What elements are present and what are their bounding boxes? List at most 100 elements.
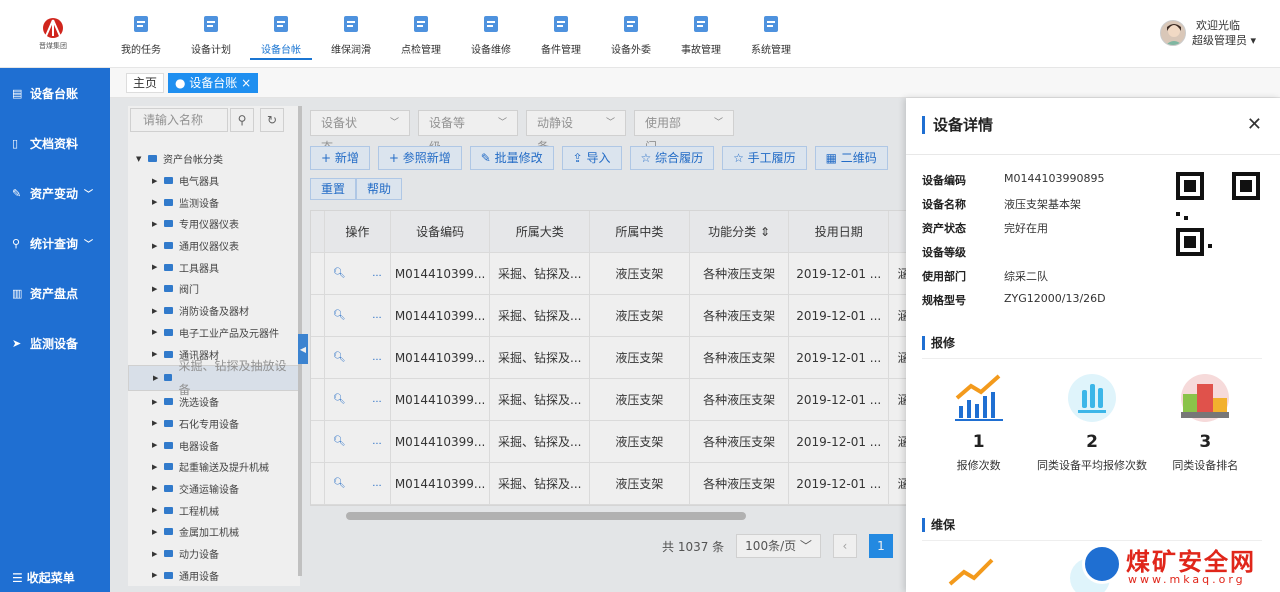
nav-item-9[interactable]: 系统管理 xyxy=(736,0,806,68)
chevron-down-icon: ﹀ xyxy=(84,189,94,200)
accident-icon xyxy=(694,15,708,32)
nav-item-3[interactable]: 维保润滑 xyxy=(316,0,386,68)
nav-label: 设备计划 xyxy=(191,44,231,56)
sidebar-item-label: 设备台账 xyxy=(30,86,79,101)
sidebar-item-label: 监测设备 xyxy=(30,336,79,351)
collapse-menu-label: 收起菜单 xyxy=(26,571,75,585)
company-logo[interactable]: 晋煤集团 xyxy=(0,14,106,54)
tab-bar: 主页 ● 设备台账 × xyxy=(110,68,1280,98)
sidebar-item-label: 统计查询 xyxy=(30,236,79,251)
nav-label: 事故管理 xyxy=(681,44,721,56)
field-key: 设备名称 xyxy=(922,198,966,211)
podium-icon xyxy=(1181,374,1230,422)
plan-icon xyxy=(204,15,218,32)
maintenance-section-title: 维保 xyxy=(922,518,955,532)
user-menu[interactable]: 欢迎光临 超级管理员 ▾ xyxy=(1159,18,1256,48)
watermark-logo xyxy=(1082,544,1122,584)
nav-label: 设备维修 xyxy=(471,44,511,56)
nav-label: 维保润滑 xyxy=(331,44,371,56)
sidebar-item-icon: ➤ xyxy=(12,336,22,350)
detail-field: 设备等级 xyxy=(922,244,1106,268)
lubricate-icon xyxy=(344,15,358,32)
user-name[interactable]: 超级管理员 xyxy=(1192,34,1247,47)
sidebar-item-0[interactable]: ▤ 设备台账 xyxy=(0,68,110,118)
ledger-icon xyxy=(274,15,288,32)
tab-equipment-ledger[interactable]: ● 设备台账 × xyxy=(168,73,259,93)
nav-item-4[interactable]: 点检管理 xyxy=(386,0,456,68)
field-value: 综采二队 xyxy=(1004,270,1048,283)
watermark: 煤矿安全网 www.mkaq.org xyxy=(1082,542,1280,592)
task-icon xyxy=(134,15,148,32)
sidebar: ▤ 设备台账 ▯ 文档资料 ✎ 资产变动 ﹀ ⚲ 统计查询 ﹀ ▥ 资产盘点 ➤ 监测设备 ☰ 收起菜单 xyxy=(0,68,110,592)
nav-label: 设备台帐 xyxy=(261,44,301,56)
chart-up-icon xyxy=(954,374,1003,421)
repair-section-title: 报修 xyxy=(922,336,955,350)
tab-home[interactable]: 主页 xyxy=(126,73,165,93)
field-value: 完好在用 xyxy=(1004,222,1048,235)
field-key: 设备编码 xyxy=(922,174,966,187)
detail-field: 资产状态 完好在用 xyxy=(922,220,1106,244)
sidebar-item-icon: ⚲ xyxy=(12,236,21,250)
sidebar-item-1[interactable]: ▯ 文档资料 xyxy=(0,118,110,168)
modal-overlay[interactable] xyxy=(110,98,906,592)
watermark-text: 煤矿安全网 xyxy=(1126,548,1256,576)
nav-item-2[interactable]: 设备台帐 xyxy=(246,0,316,68)
inspect-icon xyxy=(414,15,428,32)
nav-item-7[interactable]: 设备外委 xyxy=(596,0,666,68)
sidebar-item-label: 资产变动 xyxy=(30,186,79,201)
nav-label: 备件管理 xyxy=(541,44,581,56)
sidebar-item-label: 资产盘点 xyxy=(30,286,79,301)
main-nav: 我的任务 设备计划 设备台帐 维保润滑 点检管理 设备维修 备件管理 设备外委 事故管理 系统管理 xyxy=(106,0,806,68)
system-icon xyxy=(764,15,778,32)
sidebar-item-4[interactable]: ▥ 资产盘点 xyxy=(0,268,110,318)
menu-icon: ☰ xyxy=(12,570,23,585)
chart-up-icon xyxy=(948,558,994,586)
nav-label: 设备外委 xyxy=(611,44,651,56)
sidebar-item-2[interactable]: ✎ 资产变动 ﹀ xyxy=(0,168,110,218)
repair-icon xyxy=(484,15,498,32)
sidebar-item-icon: ▤ xyxy=(12,86,23,100)
detail-field: 使用部门 综采二队 xyxy=(922,268,1106,292)
field-key: 资产状态 xyxy=(922,222,966,235)
nav-item-1[interactable]: 设备计划 xyxy=(176,0,246,68)
field-key: 使用部门 xyxy=(922,270,966,283)
sidebar-item-icon: ▯ xyxy=(12,136,19,150)
qr-code-icon[interactable] xyxy=(1176,172,1260,256)
sidebar-item-icon: ✎ xyxy=(12,186,22,200)
nav-label: 我的任务 xyxy=(121,44,161,56)
nav-item-5[interactable]: 设备维修 xyxy=(456,0,526,68)
spare-icon xyxy=(554,15,568,32)
nav-label: 点检管理 xyxy=(401,44,441,56)
top-bar: 晋煤集团 我的任务 设备计划 设备台帐 维保润滑 点检管理 设备维修 备件管理 设备外委 事故管… xyxy=(0,0,1280,68)
stat-item: 3 同类设备排名 xyxy=(1149,372,1262,474)
nav-item-6[interactable]: 备件管理 xyxy=(526,0,596,68)
field-key: 规格型号 xyxy=(922,294,966,307)
repair-stats: 1 报修次数 2 同类设备平均报修次数 3 同类设备排名 xyxy=(922,372,1262,474)
stat-number: 2 xyxy=(1086,432,1098,452)
sidebar-item-icon: ▥ xyxy=(12,286,23,300)
user-greeting: 欢迎光临 xyxy=(1195,19,1240,32)
outsource-icon xyxy=(624,15,638,32)
logo-mark-icon xyxy=(43,18,63,38)
bar-chart-icon xyxy=(1067,374,1116,422)
field-value: ZYG12000/13/26D xyxy=(1004,292,1106,305)
field-value: M0144103990895 xyxy=(1004,172,1105,185)
caret-down-icon[interactable]: ▾ xyxy=(1250,34,1256,47)
logo-text: 晋煤集团 xyxy=(39,42,67,50)
collapse-menu-button[interactable]: ☰ 收起菜单 xyxy=(12,569,75,586)
avatar[interactable] xyxy=(1159,20,1186,46)
stat-number: 1 xyxy=(972,432,985,452)
chevron-down-icon: ﹀ xyxy=(84,239,94,250)
stat-item: 2 同类设备平均报修次数 xyxy=(1035,372,1148,474)
nav-item-0[interactable]: 我的任务 xyxy=(106,0,176,68)
detail-field: 规格型号 ZYG12000/13/26D xyxy=(922,292,1106,316)
detail-field: 设备编码 M0144103990895 xyxy=(922,172,1106,196)
nav-label: 系统管理 xyxy=(751,44,791,56)
stat-number: 3 xyxy=(1199,432,1212,452)
detail-panel: 设备详情 ✕ 设备编码 M0144103990895 设备名称 液压支架基本架 资产状态… xyxy=(906,98,1280,592)
nav-item-8[interactable]: 事故管理 xyxy=(666,0,736,68)
sidebar-item-3[interactable]: ⚲ 统计查询 ﹀ xyxy=(0,218,110,268)
stat-label: 同类设备平均报修次数 xyxy=(1036,459,1147,472)
sidebar-item-5[interactable]: ➤ 监测设备 xyxy=(0,318,110,368)
close-icon[interactable]: ✕ xyxy=(1247,114,1262,135)
